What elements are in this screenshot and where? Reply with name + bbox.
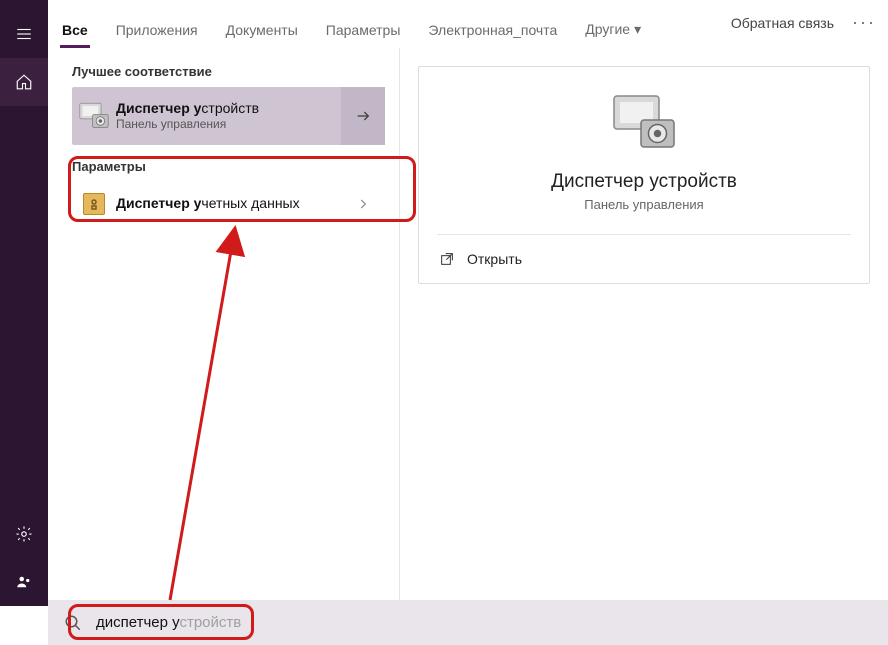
result-title: Диспетчер учетных данных [116, 195, 341, 213]
preview-column: Диспетчер устройств Панель управления От… [400, 48, 888, 600]
chevron-down-icon: ▾ [634, 21, 641, 37]
open-icon [439, 251, 455, 267]
credential-manager-icon [72, 193, 116, 215]
device-manager-icon [72, 101, 116, 131]
preview-subtitle: Панель управления [437, 197, 851, 212]
user-switch-icon [15, 573, 33, 591]
result-title: Диспетчер устройств [116, 100, 341, 118]
tab-email[interactable]: Электронная_почта [414, 22, 571, 48]
more-button[interactable]: ··· [852, 12, 876, 33]
preview-card: Диспетчер устройств Панель управления От… [418, 66, 870, 284]
result-credential-manager[interactable]: Диспетчер учетных данных [72, 182, 385, 226]
open-label: Открыть [467, 251, 522, 267]
search-bar[interactable]: диспетчер устройств [48, 600, 888, 645]
switch-user-button[interactable] [0, 558, 48, 606]
feedback-link[interactable]: Обратная связь [731, 15, 834, 31]
tab-apps[interactable]: Приложения [102, 22, 212, 48]
preview-title: Диспетчер устройств [437, 171, 851, 193]
home-icon [15, 73, 33, 91]
divider [437, 234, 851, 235]
best-match-label: Лучшее соответствие [72, 64, 385, 79]
tab-documents[interactable]: Документы [212, 22, 312, 48]
open-action[interactable]: Открыть [437, 245, 851, 273]
home-button[interactable] [0, 58, 48, 106]
expand-preview-button[interactable] [341, 87, 385, 145]
main-area: Лучшее соответствие Диспетчер устройств … [48, 48, 888, 600]
result-subtitle: Панель управления [116, 117, 341, 132]
hamburger-icon [15, 25, 33, 43]
preview-device-manager-icon [608, 93, 680, 153]
expand-preview-button[interactable] [341, 175, 385, 233]
search-input[interactable]: диспетчер устройств [96, 614, 241, 631]
search-icon [64, 614, 82, 632]
tab-settings[interactable]: Параметры [312, 22, 415, 48]
rail-settings-button[interactable] [0, 510, 48, 558]
hamburger-button[interactable] [0, 10, 48, 58]
results-column: Лучшее соответствие Диспетчер устройств … [48, 48, 400, 600]
result-device-manager[interactable]: Диспетчер устройств Панель управления [72, 87, 385, 145]
cortana-rail [0, 0, 48, 606]
filter-tabs: Все Приложения Документы Параметры Элект… [48, 0, 888, 48]
topbar-right: Обратная связь ··· [731, 12, 876, 33]
tab-all[interactable]: Все [48, 22, 102, 48]
tab-more[interactable]: Другие▾ [571, 21, 655, 48]
gear-icon [15, 525, 33, 543]
settings-group-label: Параметры [72, 159, 385, 174]
